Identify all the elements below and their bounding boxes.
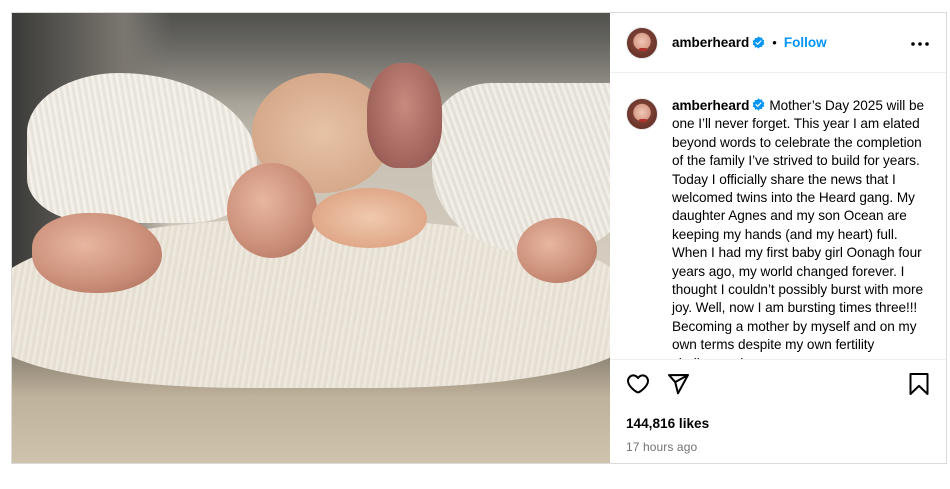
post-card: amberheard • Follow amberheard Mother’s D… [11, 12, 947, 464]
more-options-button[interactable] [910, 31, 930, 55]
image-baby-foot [517, 218, 597, 283]
actions-section: 144,816 likes 17 hours ago [610, 359, 946, 463]
image-baby-foot [32, 213, 162, 293]
action-bar [626, 360, 930, 412]
image-baby-foot [367, 63, 442, 168]
like-button[interactable] [626, 372, 650, 401]
share-send-icon [666, 372, 690, 401]
verified-badge-icon [752, 36, 765, 49]
image-baby-foot [312, 188, 427, 248]
likes-count[interactable]: 144,816 likes [626, 416, 930, 431]
bookmark-icon [908, 372, 930, 401]
caption-username[interactable]: amberheard [672, 98, 749, 113]
follow-button[interactable]: Follow [784, 35, 827, 50]
post-image[interactable] [12, 13, 610, 463]
verified-badge-icon [752, 98, 765, 111]
separator-dot: • [772, 35, 777, 50]
share-button[interactable] [666, 372, 690, 401]
caption: amberheard Mother’s Day 2025 will be one … [672, 97, 930, 359]
header-user: amberheard • Follow [672, 35, 827, 50]
comments-area[interactable]: amberheard Mother’s Day 2025 will be one … [610, 73, 946, 359]
post-header: amberheard • Follow [610, 13, 946, 73]
caption-text: Mother’s Day 2025 will be one I’ll never… [672, 98, 924, 359]
caption-row: amberheard Mother’s Day 2025 will be one … [626, 97, 930, 359]
image-baby-foot [227, 163, 317, 258]
avatar[interactable] [626, 26, 658, 59]
save-button[interactable] [908, 372, 930, 401]
more-horizontal-icon [910, 34, 930, 52]
avatar[interactable] [626, 98, 658, 130]
username-link[interactable]: amberheard [672, 35, 749, 50]
post-panel: amberheard • Follow amberheard Mother’s D… [610, 13, 946, 463]
post-timestamp[interactable]: 17 hours ago [626, 440, 930, 454]
heart-icon [626, 372, 650, 401]
